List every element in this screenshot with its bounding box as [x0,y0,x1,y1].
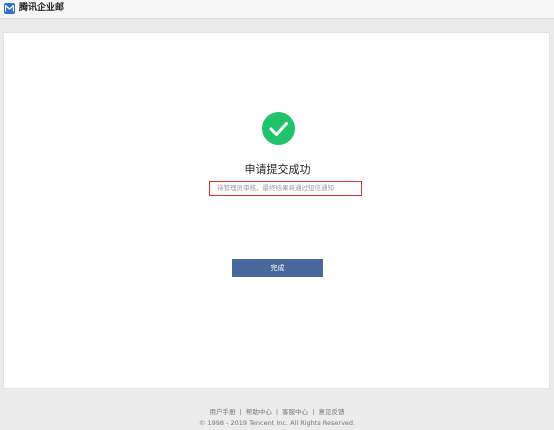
footer-link-help-center[interactable]: 帮助中心 [246,408,272,416]
footer-separator: | [312,408,315,416]
brand-name: 腾讯企业邮 [19,3,65,13]
top-bar: 腾讯企业邮 [0,0,554,19]
status-message: 待管理员审核，最终结果将通过短信通知 [209,181,362,196]
copyright: © 1998 - 2019 Tencent Inc. All Rights Re… [198,419,356,427]
footer-separator: | [239,408,242,416]
page-title: 申请提交成功 [244,163,311,176]
check-circle-icon [262,112,295,145]
done-button[interactable]: 完成 [232,259,323,277]
footer-links: 用户手册 | 帮助中心 | 客服中心 | 意见反馈 [0,408,554,416]
tencent-mail-logo-icon [4,3,15,14]
footer-separator: | [275,408,279,416]
result-card: 申请提交成功 待管理员审核，最终结果将通过短信通知 完成 [3,32,550,389]
footer-link-customer-service[interactable]: 客服中心 [282,408,308,416]
footer-link-user-manual[interactable]: 用户手册 [209,408,235,416]
footer-link-feedback[interactable]: 意见反馈 [319,408,345,416]
